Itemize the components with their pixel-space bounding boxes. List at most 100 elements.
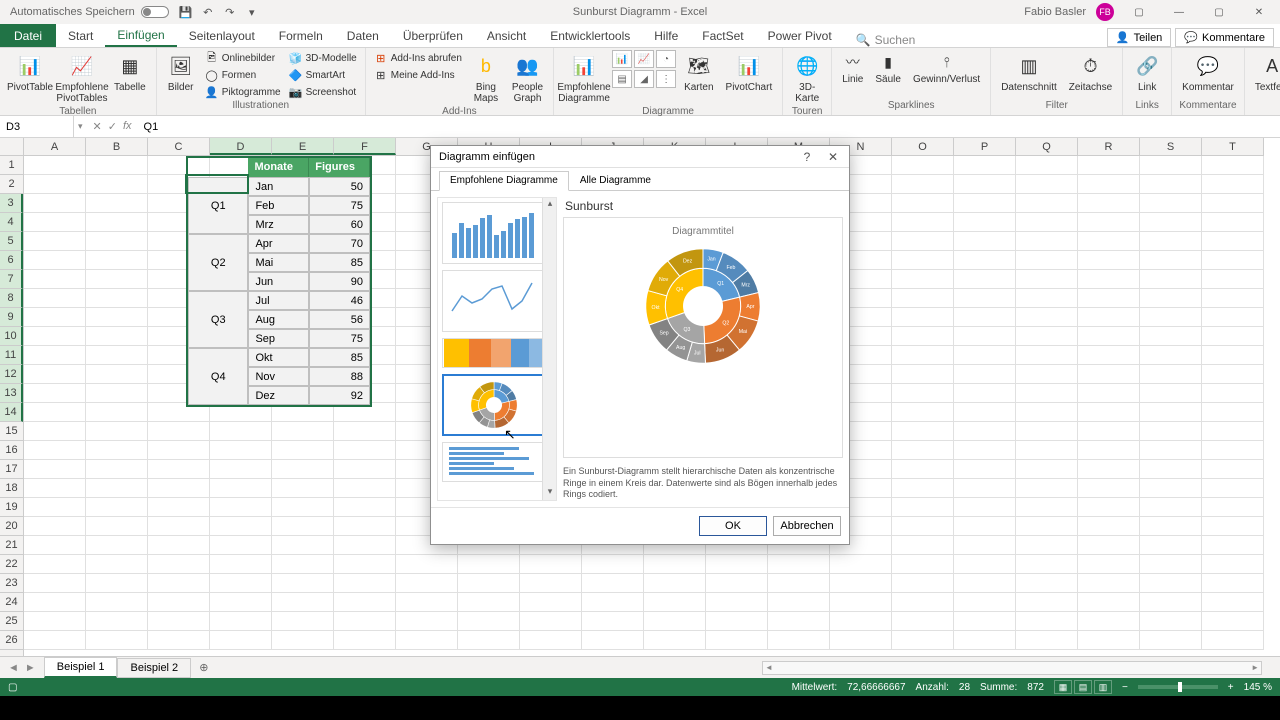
tab-ansicht[interactable]: Ansicht bbox=[475, 24, 538, 47]
sheet-next-icon[interactable]: ► bbox=[25, 662, 36, 674]
recommended-pivot-button[interactable]: 📈Empfohlene PivotTables bbox=[58, 50, 106, 106]
area-chart-icon[interactable]: ◢ bbox=[634, 70, 654, 88]
tab-formeln[interactable]: Formeln bbox=[267, 24, 335, 47]
row-header-18[interactable]: 18 bbox=[0, 479, 23, 498]
chart-type-grid[interactable]: 📊 📈 ◔ ▤ ◢ ⋮ bbox=[612, 50, 676, 88]
file-tab[interactable]: Datei bbox=[0, 24, 56, 47]
row-header-14[interactable]: 14 bbox=[0, 403, 23, 422]
thumb-clustered-bar[interactable] bbox=[442, 442, 546, 482]
tab-powerpivot[interactable]: Power Pivot bbox=[756, 24, 844, 47]
zoom-level[interactable]: 145 % bbox=[1244, 682, 1272, 693]
undo-icon[interactable]: ↶ bbox=[201, 5, 215, 19]
row-header-8[interactable]: 8 bbox=[0, 289, 23, 308]
pictures-button[interactable]: 🖼Bilder bbox=[163, 50, 199, 95]
col-header-P[interactable]: P bbox=[954, 138, 1016, 155]
thumb-line[interactable] bbox=[442, 270, 546, 332]
maps-button[interactable]: 🗺Karten bbox=[680, 50, 717, 95]
smartart-button[interactable]: 🔷SmartArt bbox=[287, 67, 359, 83]
tab-start[interactable]: Start bbox=[56, 24, 105, 47]
maximize-icon[interactable]: ▢ bbox=[1204, 3, 1234, 21]
get-addins-button[interactable]: ⊞Add-Ins abrufen bbox=[372, 50, 464, 66]
row-header-21[interactable]: 21 bbox=[0, 536, 23, 555]
3dmodels-button[interactable]: 🧊3D-Modelle bbox=[287, 50, 359, 66]
people-graph-button[interactable]: 👥People Graph bbox=[508, 50, 547, 106]
sparkline-line-button[interactable]: 〰Linie bbox=[838, 50, 867, 87]
shapes-button[interactable]: ◯Formen bbox=[203, 67, 283, 83]
tab-factset[interactable]: FactSet bbox=[690, 24, 755, 47]
qat-customize-icon[interactable]: ▾ bbox=[245, 5, 259, 19]
row-header-16[interactable]: 16 bbox=[0, 441, 23, 460]
row-header-5[interactable]: 5 bbox=[0, 232, 23, 251]
row-header-3[interactable]: 3 bbox=[0, 194, 23, 213]
search-icon[interactable]: 🔍 bbox=[856, 33, 871, 47]
redo-icon[interactable]: ↷ bbox=[223, 5, 237, 19]
thumb-sunburst[interactable] bbox=[442, 374, 546, 436]
my-addins-button[interactable]: ⊞Meine Add-Ins bbox=[372, 67, 464, 83]
row-header-1[interactable]: 1 bbox=[0, 156, 23, 175]
close-icon[interactable]: ✕ bbox=[1244, 3, 1274, 21]
tab-ueberpruefen[interactable]: Überprüfen bbox=[391, 24, 475, 47]
cancel-button[interactable]: Abbrechen bbox=[773, 516, 841, 536]
name-box[interactable] bbox=[0, 116, 74, 137]
name-box-input[interactable] bbox=[6, 121, 67, 133]
tab-hilfe[interactable]: Hilfe bbox=[642, 24, 690, 47]
col-header-D[interactable]: D bbox=[210, 138, 272, 155]
fx-icon[interactable]: fx bbox=[123, 120, 132, 133]
link-button[interactable]: 🔗Link bbox=[1129, 50, 1165, 95]
pivottable-button[interactable]: 📊PivotTable bbox=[6, 50, 54, 95]
screenshot-button[interactable]: 📷Screenshot bbox=[287, 84, 359, 100]
pie-chart-icon[interactable]: ◔ bbox=[656, 50, 676, 68]
scatter-chart-icon[interactable]: ⋮ bbox=[656, 70, 676, 88]
sheet-tab-1[interactable]: Beispiel 1 bbox=[44, 657, 118, 678]
minimize-icon[interactable]: — bbox=[1164, 3, 1194, 21]
thumb-clustered-column[interactable] bbox=[442, 202, 546, 264]
col-header-F[interactable]: F bbox=[334, 138, 396, 155]
zoom-slider[interactable] bbox=[1138, 685, 1218, 689]
row-header-26[interactable]: 26 bbox=[0, 631, 23, 650]
sheet-prev-icon[interactable]: ◄ bbox=[8, 662, 19, 674]
record-macro-icon[interactable]: ▢ bbox=[8, 682, 17, 693]
add-sheet-icon[interactable]: ⊕ bbox=[191, 661, 216, 674]
scroll-down-icon[interactable]: ▾ bbox=[543, 486, 557, 500]
row-header-7[interactable]: 7 bbox=[0, 270, 23, 289]
row-header-25[interactable]: 25 bbox=[0, 612, 23, 631]
row-header-11[interactable]: 11 bbox=[0, 346, 23, 365]
select-all-corner[interactable] bbox=[0, 138, 24, 156]
row-header-19[interactable]: 19 bbox=[0, 498, 23, 517]
row-header-10[interactable]: 10 bbox=[0, 327, 23, 346]
comments-button[interactable]: 💬Kommentare bbox=[1175, 28, 1274, 47]
share-button[interactable]: 👤Teilen bbox=[1107, 28, 1171, 47]
col-header-T[interactable]: T bbox=[1202, 138, 1264, 155]
sparkline-column-button[interactable]: ▮Säule bbox=[871, 50, 905, 87]
avatar[interactable]: FB bbox=[1096, 3, 1114, 21]
sparkline-winloss-button[interactable]: ⫯Gewinn/Verlust bbox=[909, 50, 984, 87]
enter-formula-icon[interactable]: ✓ bbox=[108, 120, 117, 133]
col-header-O[interactable]: O bbox=[892, 138, 954, 155]
col-header-S[interactable]: S bbox=[1140, 138, 1202, 155]
tab-einfuegen[interactable]: Einfügen bbox=[105, 24, 176, 47]
tab-recommended-charts[interactable]: Empfohlene Diagramme bbox=[439, 171, 569, 191]
bing-maps-button[interactable]: bBing Maps bbox=[468, 50, 504, 106]
tab-all-charts[interactable]: Alle Diagramme bbox=[569, 171, 662, 190]
row-header-15[interactable]: 15 bbox=[0, 422, 23, 441]
row-header-4[interactable]: 4 bbox=[0, 213, 23, 232]
tab-seitenlayout[interactable]: Seitenlayout bbox=[177, 24, 267, 47]
textbox-button[interactable]: ATextfeld bbox=[1251, 50, 1280, 95]
col-header-A[interactable]: A bbox=[24, 138, 86, 155]
line-chart-icon[interactable]: 📈 bbox=[634, 50, 654, 68]
chart-thumbnail-list[interactable]: ▴ ▾ bbox=[437, 197, 557, 501]
ok-button[interactable]: OK bbox=[699, 516, 767, 536]
row-header-23[interactable]: 23 bbox=[0, 574, 23, 593]
formula-input[interactable] bbox=[144, 121, 1274, 133]
row-header-22[interactable]: 22 bbox=[0, 555, 23, 574]
dialog-close-icon[interactable]: ✕ bbox=[825, 150, 841, 164]
comment-button[interactable]: 💬Kommentar bbox=[1178, 50, 1238, 95]
row-header-17[interactable]: 17 bbox=[0, 460, 23, 479]
save-icon[interactable]: 💾 bbox=[179, 5, 193, 19]
row-header-6[interactable]: 6 bbox=[0, 251, 23, 270]
col-header-Q[interactable]: Q bbox=[1016, 138, 1078, 155]
zoom-in-icon[interactable]: + bbox=[1228, 682, 1234, 693]
col-header-R[interactable]: R bbox=[1078, 138, 1140, 155]
3dmap-button[interactable]: 🌐3D-Karte bbox=[789, 50, 825, 106]
search-label[interactable]: Suchen bbox=[875, 33, 916, 47]
